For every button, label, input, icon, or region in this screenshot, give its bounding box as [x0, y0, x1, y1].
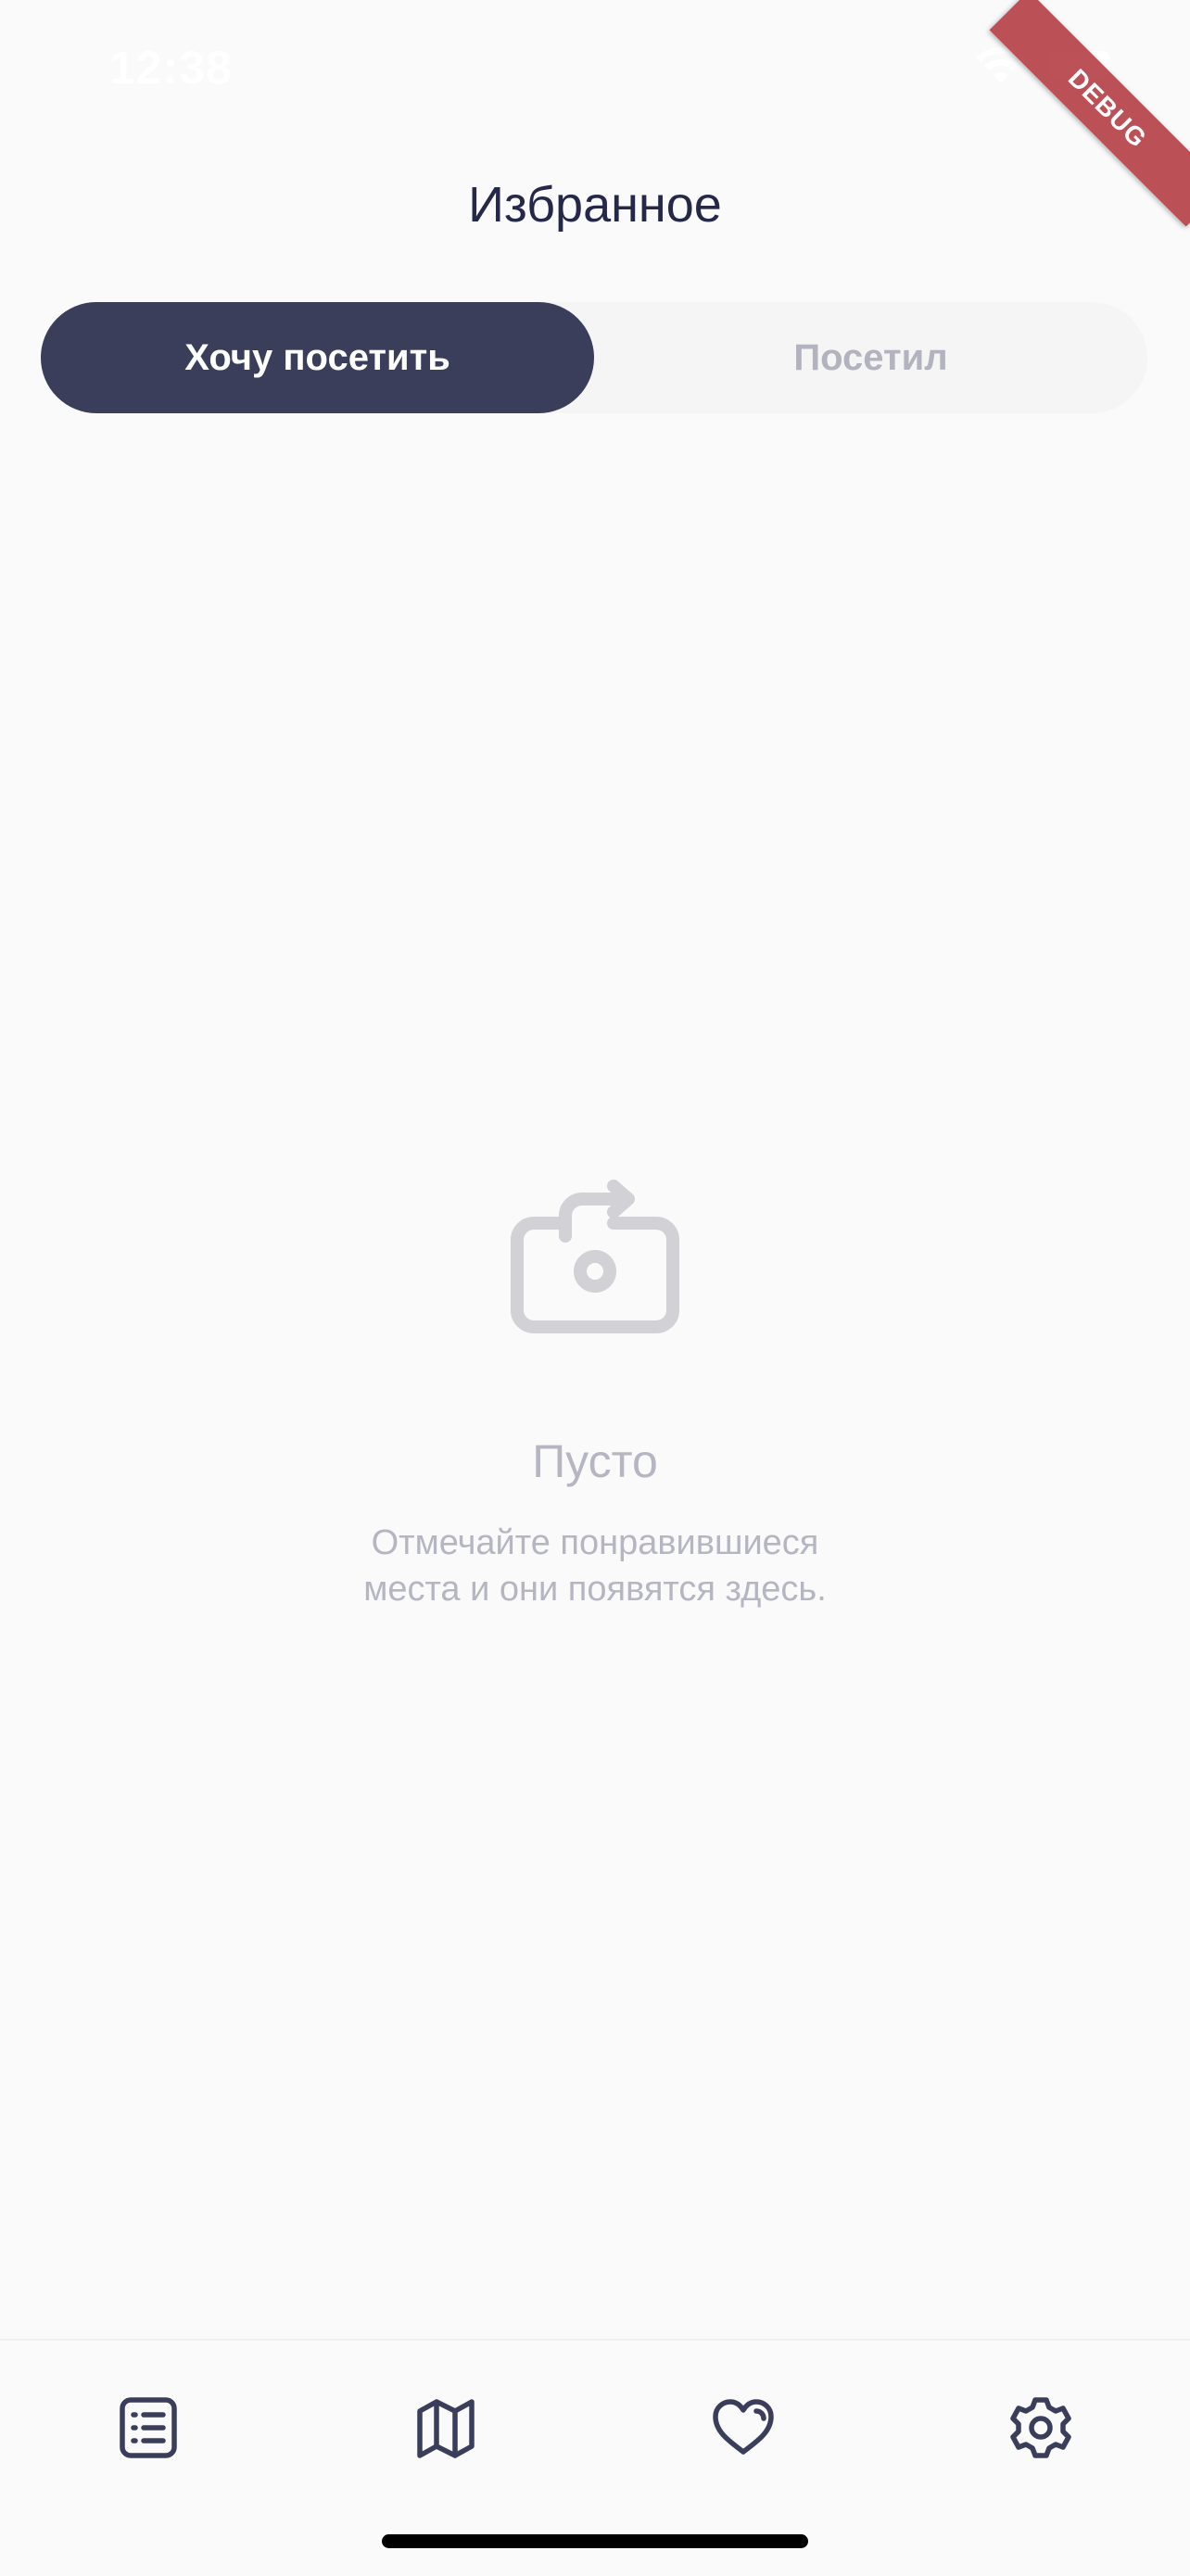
- home-indicator: [382, 2534, 808, 2548]
- nav-item-list[interactable]: [111, 2391, 185, 2465]
- map-icon: [417, 2399, 475, 2458]
- segmented-tabs: Хочу посетить Посетил: [41, 302, 1147, 413]
- status-time: 12:38: [109, 42, 233, 94]
- camera-rotate-icon: [511, 1180, 679, 1333]
- list-icon: [120, 2397, 177, 2458]
- page-title: Избранное: [468, 177, 722, 233]
- nav-item-map[interactable]: [409, 2391, 483, 2465]
- tab-want-to-visit[interactable]: Хочу посетить: [41, 302, 594, 413]
- empty-state-description-line2: места и они появятся здесь.: [363, 1570, 827, 1609]
- empty-state-description-line1: Отмечайте понравившиеся: [371, 1523, 819, 1562]
- empty-state-description: Отмечайте понравившиеся места и они появ…: [0, 1520, 1190, 1612]
- tab-visited[interactable]: Посетил: [594, 302, 1147, 413]
- heart-icon: [713, 2399, 774, 2455]
- empty-state-title: Пусто: [532, 1435, 658, 1487]
- settings-icon: [1010, 2397, 1071, 2458]
- nav-item-favorites[interactable]: [706, 2391, 780, 2465]
- nav-item-settings[interactable]: [1004, 2391, 1078, 2465]
